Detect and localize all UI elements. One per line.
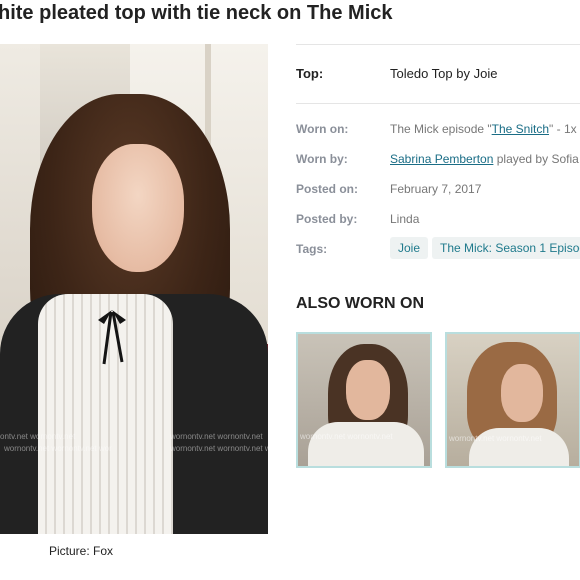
posted-on-label: Posted on:: [296, 182, 358, 196]
posted-by-value: Linda: [390, 212, 420, 226]
watermark: ontv.net wornontv.net: [0, 432, 76, 441]
character-link[interactable]: Sabrina Pemberton: [390, 152, 493, 166]
photo-caption: Picture: Fox: [49, 544, 114, 558]
watermark: wornontv.net wornontv.net wor: [4, 444, 112, 453]
top-label: Top:: [296, 66, 324, 81]
page-title: hite pleated top with tie neck on The Mi…: [0, 2, 393, 24]
worn-on-suffix: " - 1x: [549, 122, 577, 136]
also-worn-on-thumbnail[interactable]: wornontv.net wornontv.net: [445, 332, 580, 468]
worn-by-suffix: played by Sofia: [493, 152, 579, 166]
watermark: wornontv.net wornontv.net: [449, 434, 542, 443]
worn-on-label: Worn on:: [296, 122, 349, 136]
watermark: wornontv.net wornontv.net: [300, 432, 393, 441]
tag-the-mick-season-1[interactable]: The Mick: Season 1 Episod: [432, 237, 580, 259]
tags-label: Tags:: [296, 242, 328, 256]
posted-on-value: February 7, 2017: [390, 182, 482, 196]
worn-by-value: Sabrina Pemberton played by Sofia: [390, 152, 579, 166]
also-worn-on-heading: ALSO WORN ON: [296, 295, 424, 312]
worn-on-prefix: The Mick episode ": [390, 122, 492, 136]
also-worn-on-thumbnail[interactable]: wornontv.net wornontv.net: [296, 332, 432, 468]
watermark: wornontv.net wornontv.net wor: [170, 444, 268, 453]
top-value: Toledo Top by Joie: [390, 66, 498, 81]
posted-by-label: Posted by:: [296, 212, 358, 226]
face: [92, 144, 184, 272]
face: [346, 360, 390, 420]
worn-on-value: The Mick episode "The Snitch" - 1x: [390, 122, 577, 136]
tie-neck-bow: [98, 310, 126, 365]
face: [501, 364, 543, 422]
episode-link[interactable]: The Snitch: [492, 122, 549, 136]
divider: [296, 103, 580, 104]
main-outfit-photo: ontv.net wornontv.net wornontv.net worno…: [0, 44, 268, 534]
divider: [296, 44, 580, 45]
blouse: [308, 422, 424, 466]
worn-by-label: Worn by:: [296, 152, 348, 166]
watermark: wornontv.net wornontv.net: [170, 432, 263, 441]
tag-joie[interactable]: Joie: [390, 237, 429, 259]
